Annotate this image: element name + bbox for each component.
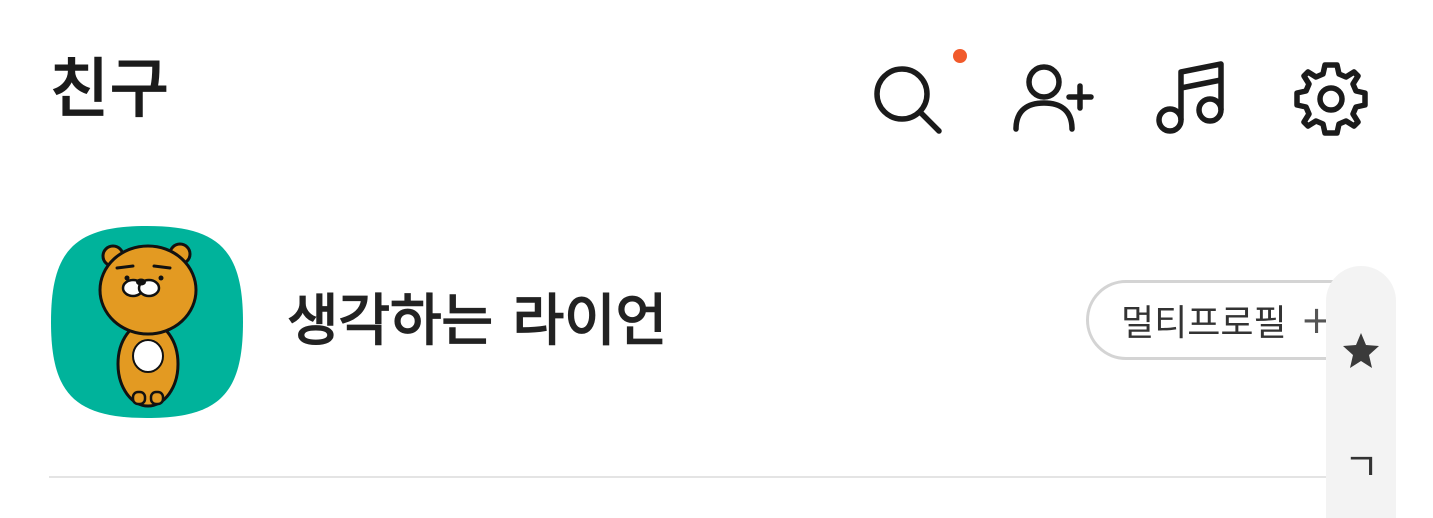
profile-name: 생각하는 라이언: [287, 289, 668, 354]
divider: [49, 476, 1349, 478]
page-title: 친구: [50, 53, 170, 127]
settings-button[interactable]: [1292, 60, 1370, 138]
settings-icon: [1294, 62, 1368, 136]
music-button[interactable]: [1150, 58, 1230, 138]
add-friend-button[interactable]: [1010, 62, 1098, 134]
avatar[interactable]: [49, 224, 245, 420]
notification-dot: [953, 49, 967, 63]
index-item-favorites[interactable]: [1341, 330, 1381, 370]
search-button[interactable]: [868, 62, 948, 138]
multi-profile-label: 멀티프로필: [1121, 303, 1287, 344]
friends-screen: 친구 생각하는 라이언 멀티프로필 + ㄱ: [0, 0, 1433, 518]
music-icon: [1156, 61, 1224, 134]
star-icon: [1343, 333, 1379, 368]
my-profile-row[interactable]: 생각하는 라이언 멀티프로필 +: [0, 222, 1433, 422]
search-icon: [874, 66, 942, 134]
index-item-giyeok[interactable]: ㄱ: [1344, 444, 1379, 490]
ryan-character-icon: [51, 226, 243, 418]
add-friend-icon: [1013, 64, 1094, 132]
